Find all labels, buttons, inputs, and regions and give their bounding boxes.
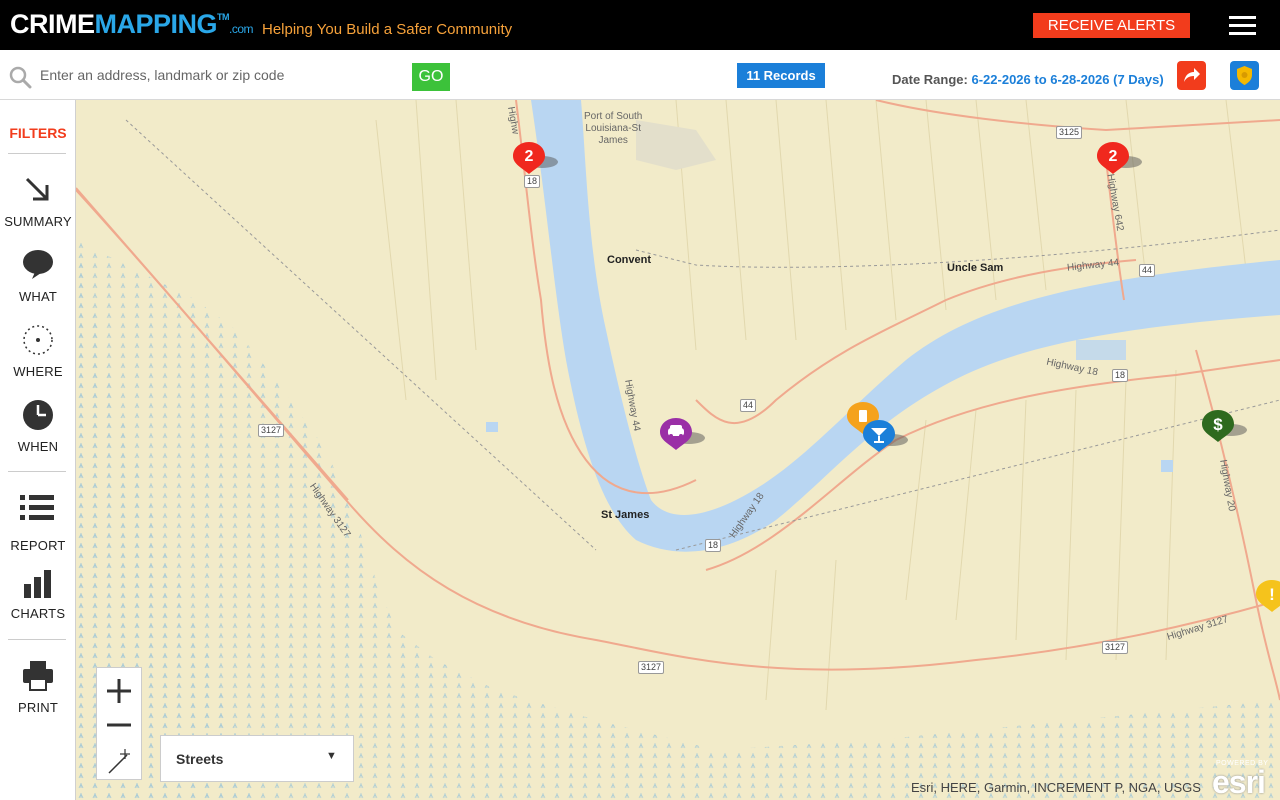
- zoom-in-icon[interactable]: [97, 670, 141, 707]
- logo-mapping-text: MAPPING: [94, 9, 218, 39]
- crimemapping-app: CRIMEMAPPINGTM.com Helping You Build a S…: [0, 0, 1280, 800]
- sidebar-divider: [8, 153, 66, 154]
- sidebar-item-label: CHARTS: [10, 606, 66, 621]
- date-range-value[interactable]: 6-22-2026 to 6-28-2026 (7 Days): [971, 72, 1163, 87]
- sidebar-item-summary[interactable]: SUMMARY: [0, 174, 76, 242]
- chevron-down-icon: ▼: [326, 750, 337, 762]
- route-shield: 18: [705, 539, 722, 552]
- sidebar-divider: [8, 639, 66, 640]
- bar-chart-icon: [24, 570, 51, 598]
- sidebar-item-when[interactable]: WHEN: [0, 399, 76, 467]
- go-button[interactable]: GO: [412, 63, 450, 91]
- logo-tm-text: TM: [217, 12, 230, 22]
- sidebar-item-what[interactable]: WHAT: [0, 249, 76, 317]
- uncle-sam-label: Uncle Sam: [947, 262, 1004, 274]
- zoom-out-icon[interactable]: [97, 706, 141, 743]
- alert-pin[interactable]: !: [1255, 578, 1280, 618]
- share-arrow-icon: [1184, 68, 1200, 82]
- basemap-select-value: Streets: [176, 751, 224, 767]
- sidebar-item-label: WHAT: [18, 289, 58, 304]
- svg-text:!: !: [1269, 585, 1275, 604]
- sidebar-item-label: WHEN: [17, 439, 59, 454]
- clock-icon: [23, 400, 53, 430]
- date-range[interactable]: Date Range: 6-22-2026 to 6-28-2026 (7 Da…: [892, 72, 1164, 87]
- filters-sidebar: FILTERS SUMMARY WHAT WHERE WHEN REPORT C…: [0, 100, 76, 800]
- route-shield: 3127: [1102, 641, 1129, 654]
- printer-icon: [23, 661, 53, 691]
- arrow-down-right-icon: [25, 177, 49, 201]
- esri-text: esri: [1212, 764, 1266, 800]
- share-button[interactable]: [1177, 61, 1206, 90]
- magic-wand-icon[interactable]: [97, 741, 141, 778]
- sidebar-item-label: SUMMARY: [4, 214, 72, 229]
- sidebar-divider: [8, 471, 66, 472]
- cluster-count: 2: [525, 148, 534, 165]
- search-icon[interactable]: [8, 65, 32, 89]
- sidebar-item-print[interactable]: PRINT: [0, 660, 76, 728]
- address-search-input[interactable]: [40, 63, 400, 87]
- zoom-controls: [96, 667, 142, 780]
- receive-alerts-button[interactable]: RECEIVE ALERTS: [1033, 13, 1190, 38]
- police-badge-icon: [1237, 66, 1252, 85]
- logo-dotcom-text: .com: [229, 22, 254, 36]
- map-attribution: Esri, HERE, Garmin, INCREMENT P, NGA, US…: [911, 780, 1201, 795]
- esri-logo[interactable]: POWERED BY esri: [1210, 760, 1274, 800]
- crime-map[interactable]: Port of South Louisiana-St James Convent…: [76, 100, 1280, 800]
- route-shield: 3127: [638, 661, 665, 674]
- route-shield: 44: [740, 399, 757, 412]
- speech-bubble-icon: [23, 250, 53, 279]
- list-icon: [20, 495, 54, 520]
- cluster-count: 2: [1109, 148, 1118, 165]
- route-shield: 44: [1139, 264, 1156, 277]
- records-count-button[interactable]: 11 Records: [737, 63, 825, 88]
- search-bar: GO 11 Records Date Range: 6-22-2026 to 6…: [0, 50, 1280, 100]
- top-header: CRIMEMAPPINGTM.com Helping You Build a S…: [0, 0, 1280, 50]
- fraud-pin[interactable]: $: [1201, 408, 1247, 448]
- sidebar-item-label: REPORT: [10, 538, 66, 553]
- sidebar-item-where[interactable]: WHERE: [0, 324, 76, 392]
- car-icon: [660, 418, 705, 450]
- date-range-label: Date Range:: [892, 72, 968, 87]
- cocktail-icon: [863, 420, 908, 452]
- sidebar-item-label: WHERE: [13, 364, 63, 379]
- logo-crime-text: CRIME: [10, 9, 95, 39]
- hamburger-icon[interactable]: [1229, 16, 1256, 36]
- cluster-pin[interactable]: 2: [512, 140, 558, 180]
- route-shield: 3127: [258, 424, 285, 437]
- st-james-label: St James: [601, 509, 650, 521]
- cluster-pin[interactable]: 2: [1096, 140, 1142, 180]
- crimemapping-logo[interactable]: CRIMEMAPPINGTM.com: [10, 9, 254, 40]
- agency-badge-button[interactable]: [1230, 61, 1259, 90]
- route-shield: 3125: [1056, 126, 1083, 139]
- assault-pin[interactable]: [862, 418, 908, 458]
- sidebar-item-label: PRINT: [18, 700, 58, 715]
- filters-label: FILTERS: [9, 125, 67, 141]
- dollar-icon: $: [1202, 410, 1247, 442]
- convent-label: Convent: [607, 254, 651, 266]
- exclamation-icon: !: [1256, 580, 1280, 612]
- tagline: Helping You Build a Safer Community: [262, 21, 513, 38]
- svg-text:$: $: [1213, 415, 1223, 434]
- sidebar-item-charts[interactable]: CHARTS: [0, 568, 76, 636]
- sidebar-item-report[interactable]: REPORT: [0, 492, 76, 560]
- route-shield: 18: [1112, 369, 1129, 382]
- port-label: Port of South Louisiana-St James: [584, 111, 643, 146]
- basemap-select[interactable]: Streets ▼: [160, 735, 354, 782]
- vehicle-theft-pin[interactable]: [659, 416, 705, 456]
- dotted-circle-icon: [23, 325, 53, 355]
